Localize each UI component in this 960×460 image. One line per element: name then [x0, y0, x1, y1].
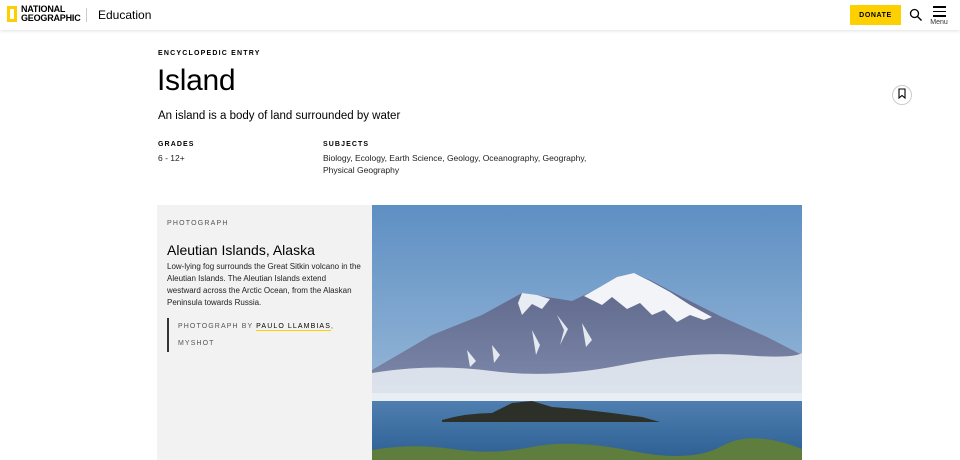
education-section-link[interactable]: Education	[98, 8, 151, 22]
page-title: Island	[157, 64, 236, 97]
photo-caption: Low-lying fog surrounds the Great Sitkin…	[167, 262, 361, 307]
subjects-value: Biology, Ecology, Earth Science, Geology…	[323, 152, 586, 176]
menu-label: Menu	[930, 18, 948, 26]
page-subtitle: An island is a body of land surrounded b…	[158, 110, 401, 122]
photo-credit: PHOTOGRAPH BY PAULO LLAMBIAS, MYSHOT	[167, 318, 353, 352]
header-divider	[86, 8, 87, 22]
grades-label: GRADES	[158, 141, 195, 148]
top-navigation-bar: NATIONAL GEOGRAPHIC Education DONATE Men…	[0, 0, 960, 30]
subjects-line-1: Biology, Ecology, Earth Science, Geology…	[323, 153, 587, 163]
bookmark-icon	[898, 86, 906, 104]
search-icon[interactable]	[909, 8, 923, 22]
aleutian-islands-photo	[372, 205, 802, 460]
subjects-label: SUBJECTS	[323, 141, 370, 148]
menu-button[interactable]: Menu	[929, 6, 949, 28]
natgeo-yellow-border-logo	[7, 6, 17, 22]
photo-card: PHOTOGRAPH Aleutian Islands, Alaska Low-…	[157, 205, 802, 460]
photographer-link[interactable]: PAULO LLAMBIAS	[256, 323, 331, 331]
photo-title: Aleutian Islands, Alaska	[167, 242, 315, 258]
natgeo-logo-link[interactable]: NATIONAL GEOGRAPHIC	[7, 5, 81, 23]
credit-line-1: PHOTOGRAPH BY PAULO LLAMBIAS,	[178, 318, 353, 335]
credit-prefix: PHOTOGRAPH BY	[178, 323, 257, 330]
donate-button[interactable]: DONATE	[850, 5, 901, 25]
subjects-line-2: Physical Geography	[323, 165, 400, 175]
credit-source: MYSHOT	[178, 340, 215, 347]
natgeo-wordmark: NATIONAL GEOGRAPHIC	[21, 5, 81, 23]
hamburger-icon	[929, 6, 949, 17]
photo-kicker: PHOTOGRAPH	[167, 220, 229, 227]
bookmark-button[interactable]	[892, 85, 912, 105]
credit-suffix: ,	[330, 323, 335, 330]
grades-value: 6 - 12+	[158, 153, 185, 163]
entry-type-kicker: ENCYCLOPEDIC ENTRY	[158, 50, 261, 57]
logo-line-2: GEOGRAPHIC	[21, 13, 81, 23]
